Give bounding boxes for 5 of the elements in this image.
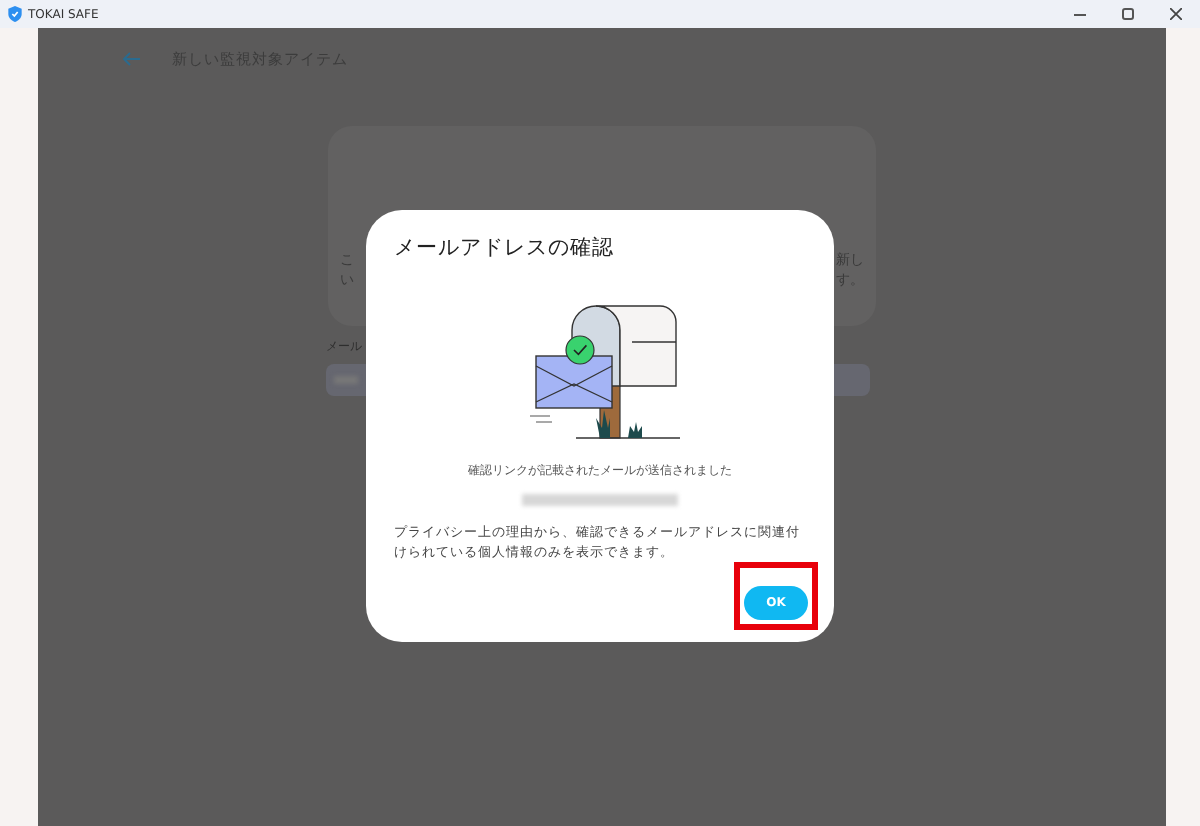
minimize-icon[interactable]: [1074, 13, 1086, 15]
maximize-icon[interactable]: [1122, 8, 1134, 20]
dialog-title: メールアドレスの確認: [394, 234, 616, 264]
close-icon[interactable]: [1170, 8, 1182, 20]
shield-icon: [8, 6, 22, 22]
